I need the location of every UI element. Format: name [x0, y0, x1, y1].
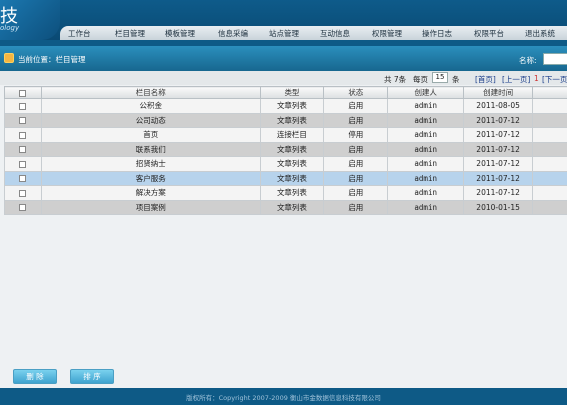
cell-status: 启用 — [323, 141, 389, 157]
name-search-input[interactable] — [543, 53, 567, 65]
cell-created-time: 2011-07-12 — [463, 170, 534, 186]
cell-name: 首页 — [40, 127, 261, 143]
total-count: 共 7条 — [384, 75, 407, 84]
first-page-link[interactable]: [首页] — [475, 74, 496, 85]
top-header: 技 ology 工作台 栏目管理 模板管理 信息采编 站点管理 互动信息 权限管… — [0, 0, 567, 40]
table-row-selected[interactable]: 客户服务 文章列表 启用 admin 2011-07-12 — [4, 170, 567, 186]
cell-type: 文章列表 — [259, 170, 325, 186]
cell-name: 联系我们 — [40, 141, 261, 157]
cell-status: 停用 — [323, 127, 389, 143]
row-checkbox[interactable] — [19, 204, 27, 212]
cell-name: 招贤纳士 — [40, 156, 261, 172]
select-all-checkbox[interactable] — [19, 89, 27, 97]
current-page: 1 — [534, 74, 539, 83]
cell-creator: admin — [387, 127, 465, 143]
cell-created-time: 2011-07-12 — [463, 141, 534, 157]
col-header-type: 类型 — [259, 86, 325, 99]
cell-status: 启用 — [323, 185, 389, 201]
cell-creator: admin — [387, 185, 465, 201]
cell-type: 文章列表 — [259, 141, 325, 157]
cell-type: 文章列表 — [259, 185, 325, 201]
nav-item-operation-log[interactable]: 操作日志 — [422, 28, 452, 39]
col-header-status: 状态 — [323, 86, 389, 99]
column-table: 栏目名称 类型 状态 创建人 创建时间 公积金 文章列表 启用 admin 20… — [4, 86, 567, 215]
nav-item-site-manage[interactable]: 站点管理 — [269, 28, 299, 39]
cell-status: 启用 — [323, 112, 389, 128]
cell-creator: admin — [387, 170, 465, 186]
table-row[interactable]: 项目案例 文章列表 启用 admin 2010-01-15 — [4, 199, 567, 215]
cell-status: 启用 — [323, 156, 389, 172]
cell-created-time: 2010-01-15 — [463, 199, 534, 215]
row-checkbox[interactable] — [19, 102, 27, 110]
cell-name: 客户服务 — [40, 170, 261, 186]
next-page-link[interactable]: [下一页 — [542, 74, 567, 85]
cell-status: 启用 — [323, 98, 389, 114]
row-checkbox[interactable] — [19, 146, 27, 154]
delete-button[interactable]: 删 除 — [13, 369, 57, 384]
nav-item-template-manage[interactable]: 模板管理 — [165, 28, 195, 39]
cell-name: 公积金 — [40, 98, 261, 114]
cell-type: 文章列表 — [259, 199, 325, 215]
cell-name: 解决方案 — [40, 185, 261, 201]
breadcrumb-bar: 当前位置：栏目管理 名称: — [0, 46, 567, 71]
nav-item-info-edit[interactable]: 信息采编 — [218, 28, 248, 39]
sort-button[interactable]: 排 序 — [70, 369, 114, 384]
cell-type: 文章列表 — [259, 112, 325, 128]
folder-icon — [4, 53, 14, 63]
table-row[interactable]: 公积金 文章列表 启用 admin 2011-08-05 — [4, 98, 567, 114]
row-checkbox[interactable] — [19, 175, 27, 183]
nav-item-interaction[interactable]: 互动信息 — [320, 28, 350, 39]
nav-item-permission-platform[interactable]: 权限平台 — [474, 28, 504, 39]
name-filter-label: 名称: — [519, 56, 537, 65]
table-row[interactable]: 招贤纳士 文章列表 启用 admin 2011-07-12 — [4, 156, 567, 172]
copyright-footer: 版权所有：Copyright 2007-2009 衡山市金数据信息科技有限公司 — [186, 394, 381, 402]
table-row[interactable]: 联系我们 文章列表 启用 admin 2011-07-12 — [4, 141, 567, 157]
row-checkbox[interactable] — [19, 117, 27, 125]
cell-type: 连接栏目 — [259, 127, 325, 143]
cell-created-time: 2011-07-12 — [463, 112, 534, 128]
table-row[interactable]: 首页 连接栏目 停用 admin 2011-07-12 — [4, 127, 567, 143]
select-all-header[interactable] — [4, 86, 42, 99]
row-checkbox[interactable] — [19, 131, 27, 139]
cell-created-time: 2011-07-12 — [463, 127, 534, 143]
cell-created-time: 2011-07-12 — [463, 156, 534, 172]
cell-creator: admin — [387, 199, 465, 215]
breadcrumb: 当前位置：栏目管理 — [18, 55, 86, 64]
table-row[interactable]: 公司动态 文章列表 启用 admin 2011-07-12 — [4, 112, 567, 128]
cell-status: 启用 — [323, 170, 389, 186]
row-checkbox[interactable] — [19, 160, 27, 168]
col-header-extra — [532, 86, 567, 99]
per-page-label: 每页 — [413, 75, 428, 84]
cell-type: 文章列表 — [259, 156, 325, 172]
table-row[interactable]: 解决方案 文章列表 启用 admin 2011-07-12 — [4, 185, 567, 201]
nav-item-workbench[interactable]: 工作台 — [68, 28, 91, 39]
main-panel: 当前位置：栏目管理 名称: 共 7条 每页 15 条 [首页] [上一页] 1 … — [0, 46, 567, 388]
per-page-unit: 条 — [452, 75, 460, 84]
nav-item-permission[interactable]: 权限管理 — [372, 28, 402, 39]
cell-creator: admin — [387, 141, 465, 157]
cell-type: 文章列表 — [259, 98, 325, 114]
prev-page-link[interactable]: [上一页] — [502, 74, 530, 85]
table-header-row: 栏目名称 类型 状态 创建人 创建时间 — [4, 86, 567, 99]
col-header-creator: 创建人 — [387, 86, 465, 99]
per-page-input[interactable]: 15 — [432, 72, 448, 83]
col-header-name: 栏目名称 — [40, 86, 261, 99]
cell-created-time: 2011-08-05 — [463, 98, 534, 114]
nav-item-logout[interactable]: 退出系统 — [525, 28, 555, 39]
nav-item-column-manage[interactable]: 栏目管理 — [115, 28, 145, 39]
pagination-bar: 共 7条 每页 15 条 [首页] [上一页] 1 [下一页 — [0, 71, 567, 85]
main-nav: 工作台 栏目管理 模板管理 信息采编 站点管理 互动信息 权限管理 操作日志 权… — [60, 26, 567, 40]
cell-status: 启用 — [323, 199, 389, 215]
cell-creator: admin — [387, 98, 465, 114]
cell-creator: admin — [387, 112, 465, 128]
cell-created-time: 2011-07-12 — [463, 185, 534, 201]
cell-name: 公司动态 — [40, 112, 261, 128]
row-checkbox[interactable] — [19, 189, 27, 197]
logo-subtext: ology — [0, 24, 20, 32]
col-header-created-time: 创建时间 — [463, 86, 534, 99]
logo: 技 ology — [0, 0, 60, 40]
cell-name: 项目案例 — [40, 199, 261, 215]
cell-creator: admin — [387, 156, 465, 172]
